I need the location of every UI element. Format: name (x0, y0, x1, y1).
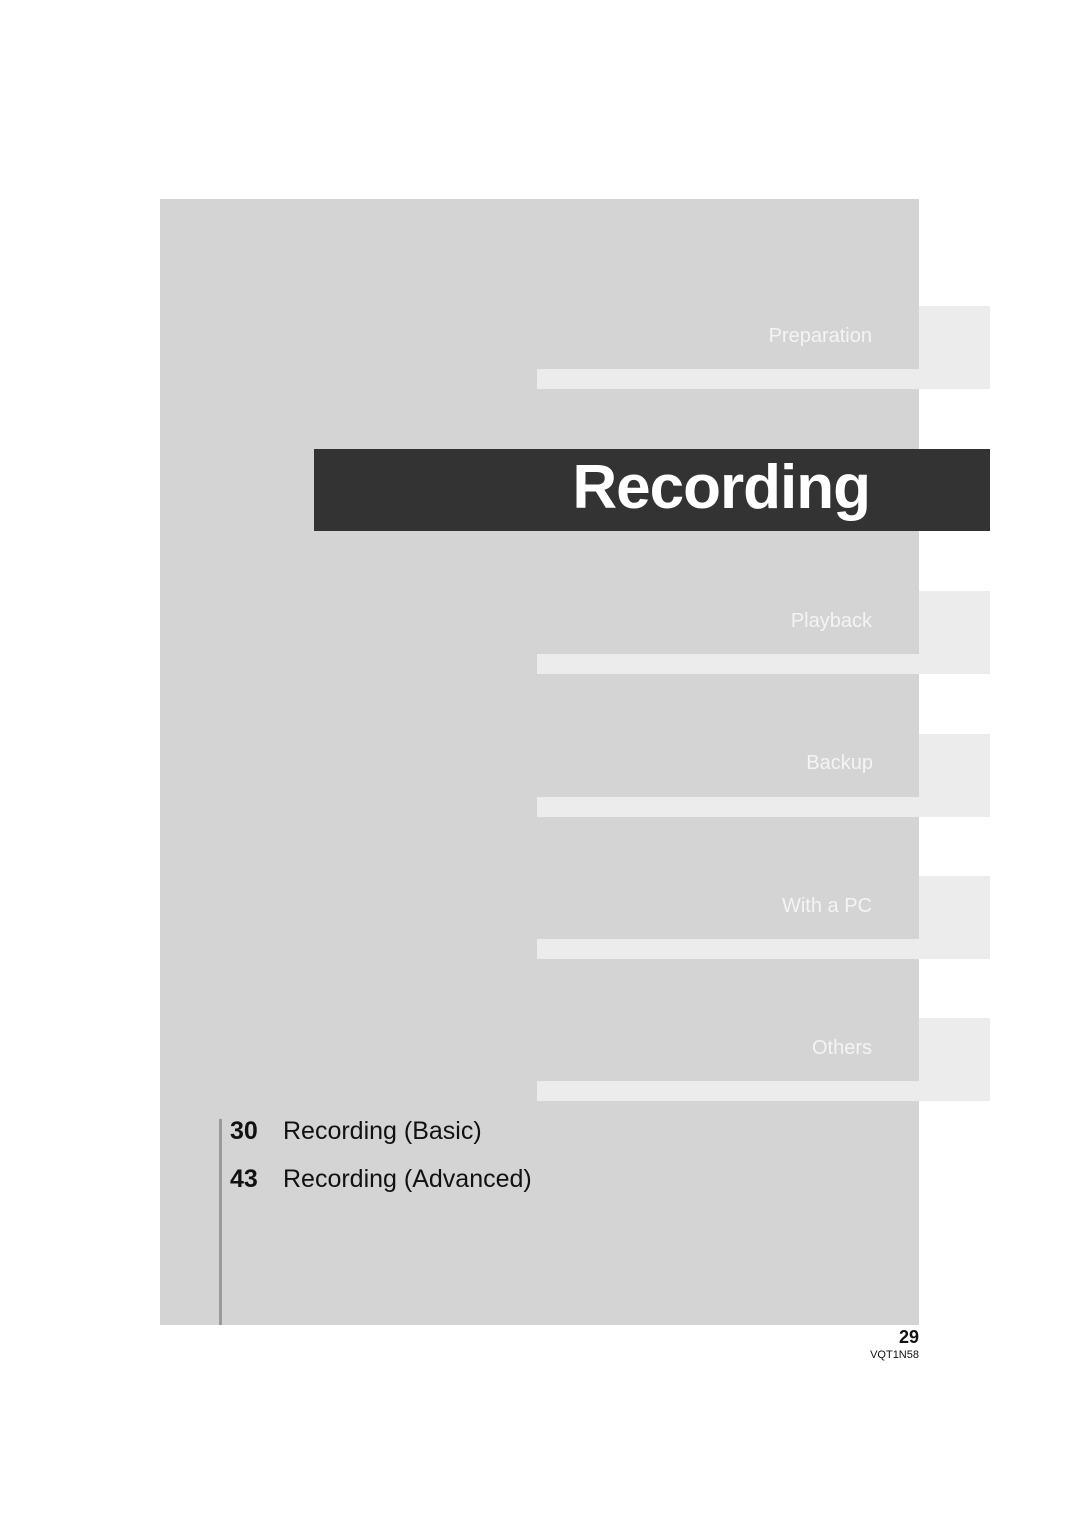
tab-others-side[interactable] (919, 1018, 990, 1101)
tab-playback-strip (537, 654, 919, 674)
toc-divider (219, 1119, 222, 1325)
tab-backup[interactable]: Backup (806, 752, 873, 775)
tab-playback[interactable]: Playback (791, 610, 872, 633)
tab-with-a-pc[interactable]: With a PC (782, 895, 872, 918)
tab-with-a-pc-strip (537, 939, 919, 959)
tab-preparation-side[interactable] (919, 306, 990, 389)
page-number: 29 (898, 1327, 919, 1347)
chapter-title: Recording (572, 453, 871, 522)
document-code: VQT1N58 (870, 1349, 919, 1361)
tab-backup-side[interactable] (919, 734, 990, 817)
toc-title[interactable]: Recording (Advanced) (283, 1165, 532, 1193)
tab-others[interactable]: Others (812, 1037, 872, 1060)
tab-others-strip (537, 1081, 919, 1101)
toc-item[interactable]: 30 Recording (Basic) (230, 1117, 482, 1146)
tab-backup-strip (537, 797, 919, 817)
toc-title[interactable]: Recording (Basic) (283, 1117, 482, 1145)
chapter-panel (160, 199, 919, 1325)
toc-page-number: 43 (230, 1165, 258, 1193)
toc-item[interactable]: 43 Recording (Advanced) (230, 1165, 532, 1194)
tab-with-a-pc-side[interactable] (919, 876, 990, 959)
tab-preparation[interactable]: Preparation (769, 325, 872, 348)
tab-playback-side[interactable] (919, 591, 990, 674)
tab-preparation-strip (537, 369, 919, 389)
toc-page-number: 30 (230, 1117, 258, 1145)
